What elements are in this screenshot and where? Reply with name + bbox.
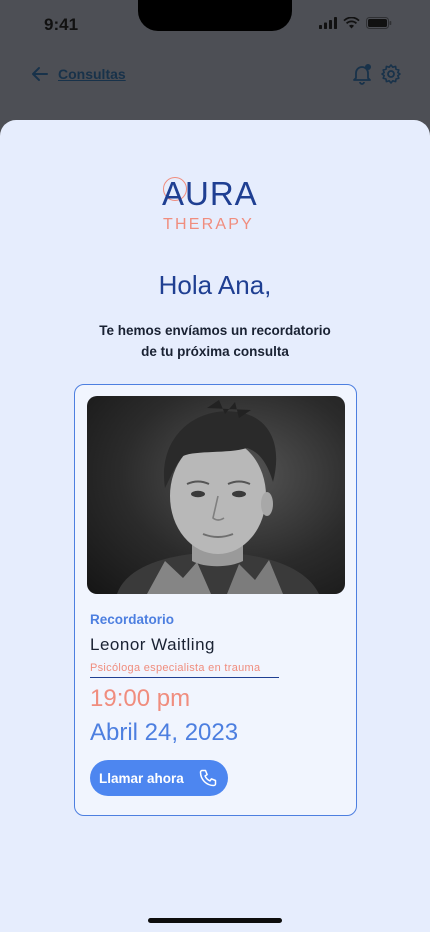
reminder-label: Recordatorio (90, 612, 175, 627)
aura-therapy-logo: AURA THERAPY (160, 175, 272, 237)
gear-icon[interactable] (380, 63, 402, 85)
appointment-card: Recordatorio Leonor Waitling Psicóloga e… (74, 384, 357, 816)
signal-icon (319, 17, 337, 29)
logo-brand: AURA (162, 175, 258, 212)
reminder-subtitle: Te hemos envíamos un recordatorio de tu … (60, 320, 370, 362)
status-time: 9:41 (44, 15, 79, 34)
therapist-photo (87, 396, 345, 594)
appointment-time: 19:00 pm (90, 685, 191, 712)
phone-icon (199, 769, 217, 787)
status-bar: 9:41 (0, 0, 430, 52)
status-icons (319, 17, 392, 29)
reminder-sheet: AURA THERAPY Hola Ana, Te hemos envíamos… (0, 120, 430, 932)
therapist-specialty: Psicóloga especialista en trauma (90, 662, 279, 678)
appointment-date: Abril 24, 2023 (90, 719, 239, 746)
greeting-heading: Hola Ana, (158, 270, 272, 300)
back-link[interactable]: Consultas (58, 66, 126, 82)
home-indicator (148, 918, 282, 923)
subtitle-line-1: Te hemos envíamos un recordatorio (99, 323, 331, 338)
background-nav: Consultas (0, 60, 430, 90)
battery-icon (366, 17, 392, 29)
device-notch (138, 0, 292, 31)
wifi-icon (343, 17, 360, 29)
bell-icon[interactable] (351, 63, 373, 85)
logo-tagline: THERAPY (163, 216, 254, 233)
back-arrow-icon[interactable] (30, 64, 50, 84)
therapist-name: Leonor Waitling (90, 635, 215, 654)
call-now-button[interactable]: Llamar ahora (90, 760, 228, 796)
subtitle-line-2: de tu próxima consulta (141, 344, 289, 359)
call-now-label: Llamar ahora (99, 770, 184, 786)
